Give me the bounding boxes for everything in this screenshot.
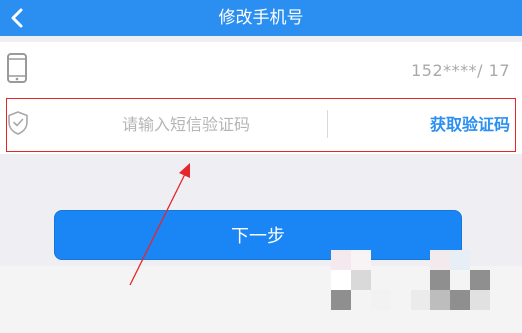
get-verification-code-button[interactable]: 获取验证码 — [430, 96, 510, 154]
title-bar: 修改手机号 — [0, 0, 522, 36]
masked-phone-number: 152****/ 17 — [411, 61, 510, 80]
page-title: 修改手机号 — [218, 8, 304, 28]
divider — [327, 110, 328, 138]
bottom-area — [0, 266, 522, 333]
verification-code-row: 获取验证码 — [0, 96, 522, 154]
shield-check-icon — [8, 111, 28, 135]
verification-code-input[interactable] — [60, 104, 312, 144]
phone-number-row: 152****/ 17 — [0, 42, 522, 96]
next-step-button[interactable]: 下一步 — [54, 210, 462, 260]
phone-icon — [7, 53, 27, 83]
